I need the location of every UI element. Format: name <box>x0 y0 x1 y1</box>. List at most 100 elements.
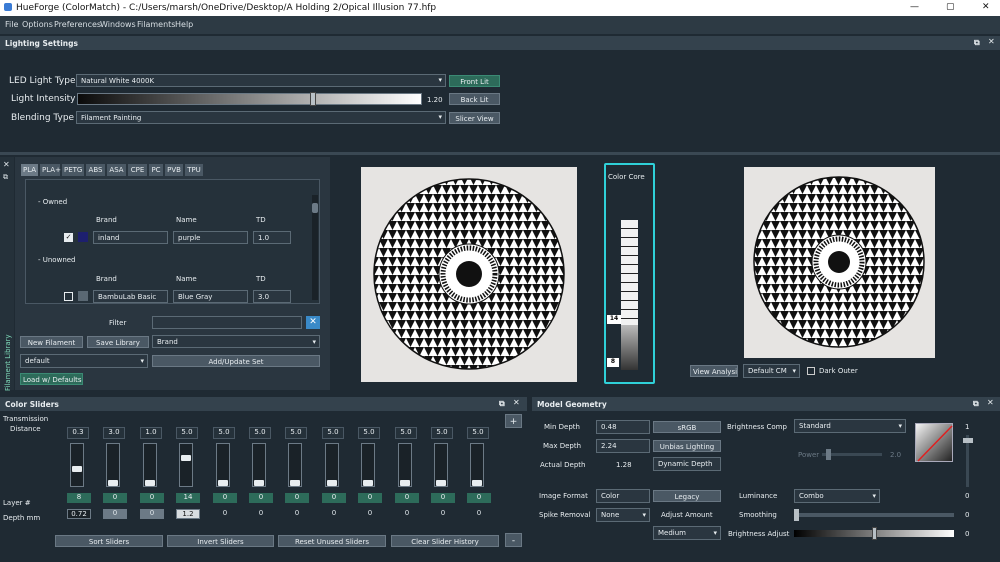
clear-filter-icon[interactable]: ✕ <box>306 316 320 329</box>
remove-slider-button[interactable]: - <box>505 533 522 547</box>
brightness-adjust-knob[interactable] <box>872 527 877 540</box>
slider-knob[interactable] <box>145 480 155 486</box>
slider-knob[interactable] <box>290 480 300 486</box>
color-slider[interactable] <box>216 443 230 487</box>
menu-options[interactable]: Options <box>22 20 53 29</box>
menu-windows[interactable]: Windows <box>100 20 136 29</box>
tab-cpe[interactable]: CPE <box>128 164 147 176</box>
float-icon[interactable]: ⧉ <box>973 399 979 409</box>
td-input[interactable]: 5.0 <box>285 427 307 439</box>
new-filament-button[interactable]: New Filament <box>20 336 83 348</box>
minimize-button[interactable]: — <box>910 2 919 12</box>
power-knob[interactable] <box>826 449 831 460</box>
color-slider[interactable] <box>434 443 448 487</box>
menu-help[interactable]: Help <box>175 20 193 29</box>
luminance-select[interactable]: Combo ▾ <box>794 489 880 503</box>
td-input[interactable]: 5.0 <box>322 427 344 439</box>
smoothing-knob[interactable] <box>794 509 799 521</box>
unowned-checkbox[interactable] <box>64 292 73 301</box>
td-input[interactable]: 5.0 <box>213 427 235 439</box>
tab-pvb[interactable]: PVB <box>165 164 183 176</box>
max-depth-input[interactable]: 2.24 <box>596 439 650 453</box>
back-lit-button[interactable]: Back Lit <box>449 93 500 105</box>
menu-filaments[interactable]: Filaments <box>137 20 175 29</box>
color-core-panel[interactable]: Color Core 14 8 <box>604 163 655 384</box>
td-input[interactable]: 5.0 <box>395 427 417 439</box>
tab-tpu[interactable]: TPU <box>185 164 203 176</box>
brand-field[interactable]: inland <box>93 231 168 244</box>
float-icon[interactable]: ⧉ <box>3 173 8 182</box>
dark-outer-checkbox[interactable] <box>807 367 815 375</box>
color-slider[interactable] <box>70 443 84 487</box>
save-library-button[interactable]: Save Library <box>87 336 149 348</box>
front-lit-button[interactable]: Front Lit <box>449 75 500 87</box>
load-defaults-button[interactable]: Load w/ Defaults <box>20 373 83 385</box>
slider-knob[interactable] <box>472 480 482 486</box>
td-input[interactable]: 3.0 <box>103 427 125 439</box>
menu-file[interactable]: File <box>5 20 18 29</box>
unbias-lighting-button[interactable]: Unbias Lighting <box>653 440 721 452</box>
td-input[interactable]: 1.0 <box>140 427 162 439</box>
slider-knob[interactable] <box>181 455 191 461</box>
close-icon[interactable]: ✕ <box>988 37 995 46</box>
td-input[interactable]: 0.3 <box>67 427 89 439</box>
cm-select[interactable]: Default CM ▾ <box>743 364 800 378</box>
filter-input[interactable] <box>152 316 302 329</box>
invert-sliders-button[interactable]: Invert Sliders <box>167 535 274 547</box>
tab-abs[interactable]: ABS <box>86 164 105 176</box>
brightness-adjust-slider[interactable] <box>794 527 954 540</box>
color-slider[interactable] <box>288 443 302 487</box>
owned-checkbox[interactable]: ✓ <box>64 233 73 242</box>
tab-petg[interactable]: PETG <box>62 164 84 176</box>
add-update-set-button[interactable]: Add/Update Set <box>152 355 320 367</box>
float-icon[interactable]: ⧉ <box>499 399 505 409</box>
td-input[interactable]: 5.0 <box>176 427 198 439</box>
color-slider[interactable] <box>106 443 120 487</box>
close-icon[interactable]: ✕ <box>513 398 520 407</box>
color-slider[interactable] <box>143 443 157 487</box>
owned-group[interactable]: - Owned <box>38 198 67 206</box>
color-slider[interactable] <box>179 443 193 487</box>
reset-unused-button[interactable]: Reset Unused Sliders <box>278 535 386 547</box>
scrollbar[interactable] <box>312 195 318 300</box>
color-slider[interactable] <box>361 443 375 487</box>
power-slider[interactable] <box>822 449 882 460</box>
led-select[interactable]: Natural White 4000K ▾ <box>76 74 446 87</box>
blending-select[interactable]: Filament Painting ▾ <box>76 111 446 124</box>
back-preview[interactable] <box>744 167 935 358</box>
add-slider-button[interactable]: + <box>505 414 522 428</box>
slider-knob[interactable] <box>363 480 373 486</box>
slider-knob[interactable] <box>72 466 82 472</box>
name-field[interactable]: purple <box>173 231 248 244</box>
adjust-amount-select[interactable]: Medium ▾ <box>653 526 721 540</box>
brightness-comp-select[interactable]: Standard ▾ <box>794 419 906 433</box>
maximize-button[interactable]: ▢ <box>946 2 955 12</box>
menu-preferences[interactable]: Preferences <box>54 20 101 29</box>
tab-pc[interactable]: PC <box>149 164 163 176</box>
intensity-slider[interactable] <box>77 92 422 106</box>
smoothing-slider[interactable] <box>794 509 954 521</box>
name-field[interactable]: Blue Gray <box>173 290 248 303</box>
td-input[interactable]: 5.0 <box>467 427 489 439</box>
td-input[interactable]: 5.0 <box>358 427 380 439</box>
slider-knob[interactable] <box>400 480 410 486</box>
vertical-knob[interactable] <box>963 438 973 443</box>
color-slider[interactable] <box>470 443 484 487</box>
layer-marker-bottom[interactable]: 8 <box>607 358 619 367</box>
close-button[interactable]: ✕ <box>982 2 990 12</box>
color-slider[interactable] <box>398 443 412 487</box>
close-icon[interactable]: ✕ <box>3 160 10 169</box>
curve-preview[interactable] <box>915 423 953 462</box>
tab-pla[interactable]: PLA <box>21 164 38 176</box>
front-preview[interactable] <box>361 167 577 382</box>
dynamic-depth-select[interactable]: Dynamic Depth <box>653 457 721 471</box>
legacy-button[interactable]: Legacy <box>653 490 721 502</box>
td-input[interactable]: 5.0 <box>431 427 453 439</box>
clear-history-button[interactable]: Clear Slider History <box>391 535 499 547</box>
slider-knob[interactable] <box>218 480 228 486</box>
slider-knob[interactable] <box>436 480 446 486</box>
view-analysis-button[interactable]: View Analysis <box>690 365 738 377</box>
float-icon[interactable]: ⧉ <box>974 38 980 48</box>
td-input[interactable]: 5.0 <box>249 427 271 439</box>
scrollbar-thumb[interactable] <box>312 203 318 213</box>
